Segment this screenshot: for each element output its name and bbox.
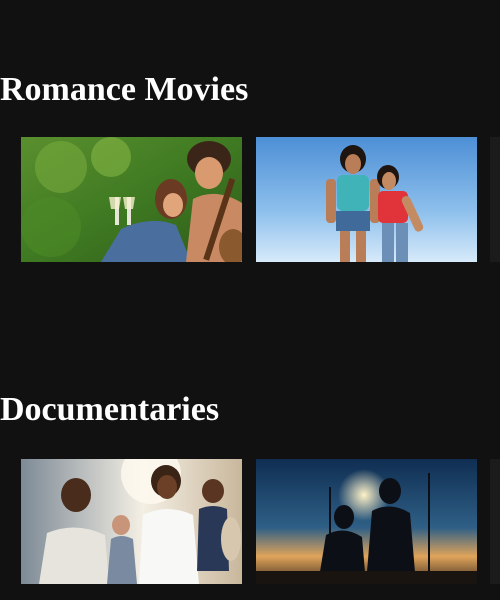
couple-with-guitar-image (21, 137, 242, 262)
next-poster-peek (490, 459, 500, 584)
next-poster-peek (490, 137, 500, 262)
movie-poster-romance-1[interactable] (21, 137, 242, 262)
silhouettes-at-sunset-image (256, 459, 477, 584)
row-title-documentaries: Documentaries (0, 391, 220, 428)
smiling-crowd-image (21, 459, 242, 584)
poster-row-romance-movies (0, 137, 500, 262)
movie-poster-romance-2[interactable] (256, 137, 477, 262)
row-title-romance-movies: Romance Movies (0, 71, 249, 108)
movie-poster-documentary-2[interactable] (256, 459, 477, 584)
two-women-under-sky-image (256, 137, 477, 262)
movie-poster-documentary-1[interactable] (21, 459, 242, 584)
poster-row-documentaries (0, 459, 500, 584)
